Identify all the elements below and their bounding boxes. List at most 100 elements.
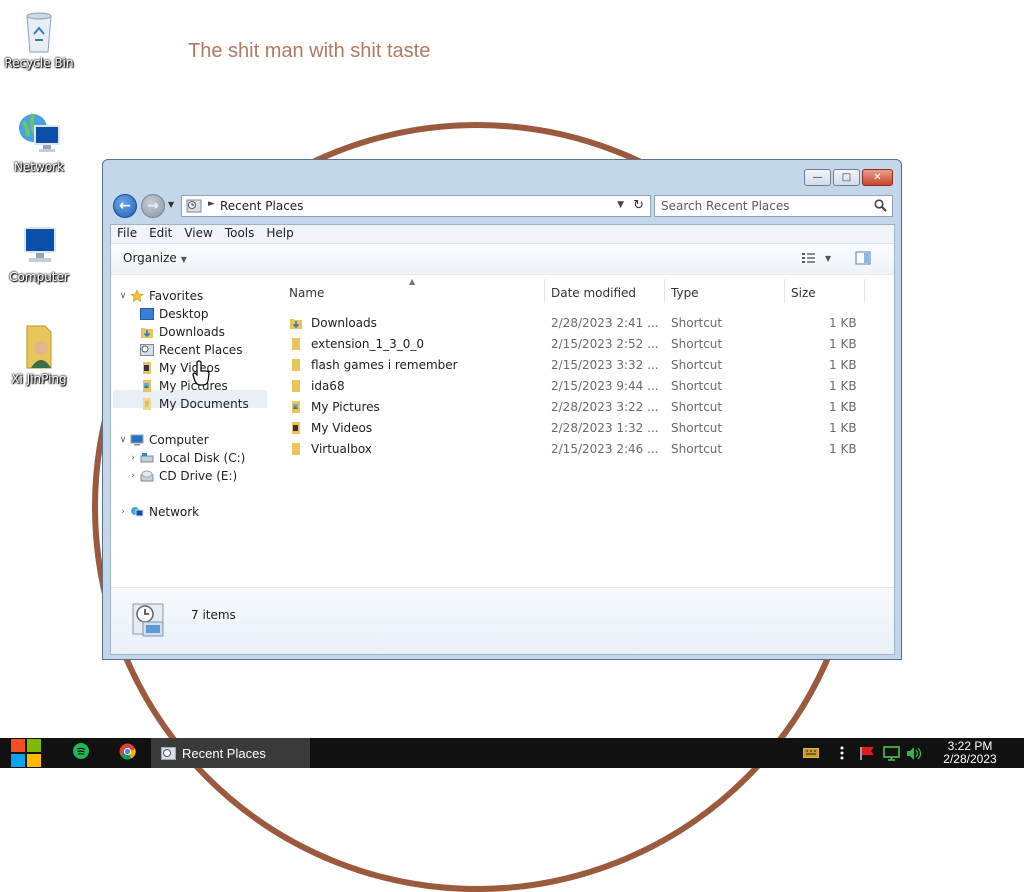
computer-icon: [129, 433, 145, 447]
nav-label: Local Disk (C:): [159, 451, 246, 465]
refresh-icon[interactable]: ↻: [633, 198, 644, 213]
file-size: 1 KB: [829, 337, 857, 351]
chevron-right-icon[interactable]: ›: [127, 471, 139, 481]
nav-item-cd-drive[interactable]: › CD Drive (E:): [127, 467, 237, 485]
start-button[interactable]: [10, 738, 42, 768]
file-size: 1 KB: [829, 400, 857, 414]
desktop-icon-network[interactable]: Network: [0, 112, 79, 174]
minimize-button[interactable]: —: [804, 169, 831, 186]
file-name: ida68: [311, 379, 345, 393]
column-divider[interactable]: [864, 279, 865, 303]
column-divider[interactable]: [784, 279, 785, 303]
file-type: Shortcut: [671, 421, 723, 435]
menu-file[interactable]: File: [111, 225, 143, 243]
menu-help[interactable]: Help: [260, 225, 299, 243]
organize-button[interactable]: Organize ▼: [123, 251, 187, 265]
table-row[interactable]: Virtualbox 2/15/2023 2:46 ... Shortcut 1…: [281, 439, 881, 460]
file-type: Shortcut: [671, 358, 723, 372]
desktop-icon-user-folder[interactable]: Xi JinPing: [0, 320, 79, 386]
column-divider[interactable]: [544, 279, 545, 303]
file-name: flash games i remember: [311, 358, 458, 372]
close-button[interactable]: ✕: [862, 169, 893, 186]
window-controls: — □ ✕: [804, 169, 893, 186]
recent-places-icon: [139, 343, 155, 357]
taskbar-task-label: Recent Places: [182, 745, 266, 761]
nav-favorites[interactable]: ∨ Favorites: [117, 287, 204, 305]
file-date: 2/28/2023 2:41 ...: [551, 316, 659, 330]
folder-icon: [292, 380, 300, 392]
nav-network[interactable]: › Network: [117, 503, 199, 521]
folder-icon: [292, 359, 300, 371]
cd-drive-icon: [139, 469, 155, 483]
column-divider[interactable]: [664, 279, 665, 303]
desktop-icon-recycle-bin[interactable]: Recycle Bin: [0, 8, 79, 70]
table-row[interactable]: My Videos 2/28/2023 1:32 ... Shortcut 1 …: [281, 418, 881, 439]
videos-folder-icon: [292, 422, 300, 434]
nav-item-desktop[interactable]: Desktop: [139, 305, 209, 323]
nav-computer[interactable]: ∨ Computer: [117, 431, 209, 449]
desktop-icon-computer[interactable]: Computer: [0, 224, 79, 284]
file-date: 2/15/2023 9:44 ...: [551, 379, 659, 393]
menu-edit[interactable]: Edit: [143, 225, 178, 243]
command-bar: Organize ▼ ▼: [111, 244, 894, 275]
chevron-right-icon[interactable]: ›: [117, 507, 129, 517]
nav-item-local-disk[interactable]: › Local Disk (C:): [127, 449, 245, 467]
details-view-icon: [802, 253, 815, 263]
table-row[interactable]: flash games i remember 2/15/2023 3:32 ..…: [281, 355, 881, 376]
desktop-icon: [139, 307, 155, 321]
address-path[interactable]: Recent Places: [220, 199, 303, 213]
desktop-icon-label: Xi JinPing: [11, 372, 67, 386]
column-date-modified[interactable]: Date modified: [551, 286, 636, 300]
action-center-flag-icon[interactable]: [859, 746, 876, 761]
column-headers: ▲ Name Date modified Type Size: [281, 277, 894, 311]
chevron-down-icon: ▼: [180, 255, 187, 264]
network-icon: [129, 505, 145, 519]
file-date: 2/28/2023 1:32 ...: [551, 421, 659, 435]
menu-tools[interactable]: Tools: [219, 225, 261, 243]
taskbar-task-recent-places[interactable]: Recent Places: [151, 738, 310, 768]
address-bar[interactable]: ► Recent Places ▼ ↻: [181, 195, 651, 217]
nav-item-my-pictures[interactable]: My Pictures: [139, 377, 228, 395]
volume-icon[interactable]: [906, 746, 922, 761]
file-name: My Videos: [311, 421, 373, 435]
file-size: 1 KB: [829, 442, 857, 456]
table-row[interactable]: Downloads 2/28/2023 2:41 ... Shortcut 1 …: [281, 313, 881, 334]
preview-pane-icon[interactable]: [855, 251, 871, 265]
keyboard-icon[interactable]: [803, 748, 819, 758]
column-name[interactable]: Name: [289, 286, 324, 300]
file-type: Shortcut: [671, 379, 723, 393]
nav-item-my-documents[interactable]: My Documents: [139, 395, 249, 413]
table-row[interactable]: ida68 2/15/2023 9:44 ... Shortcut 1 KB: [281, 376, 881, 397]
forward-button[interactable]: →: [141, 194, 165, 218]
column-type[interactable]: Type: [671, 286, 699, 300]
back-arrow-icon: ←: [119, 198, 131, 214]
chrome-icon[interactable]: [119, 743, 136, 760]
search-input[interactable]: [661, 198, 866, 214]
menu-view[interactable]: View: [178, 225, 218, 243]
taskbar: Recent Places 3:22 PM 2/28/2023: [0, 738, 1024, 768]
navigation-bar: ← → ▼ ► Recent Places ▼ ↻: [111, 192, 893, 220]
change-view-button[interactable]: ▼: [801, 252, 831, 265]
chevron-right-icon[interactable]: ›: [127, 453, 139, 463]
network-status-icon[interactable]: [883, 746, 900, 761]
nav-item-downloads[interactable]: Downloads: [139, 323, 225, 341]
recycle-bin-icon: [26, 12, 52, 53]
chevron-down-icon[interactable]: ∨: [117, 291, 129, 301]
recent-pages-dropdown[interactable]: ▼: [168, 200, 174, 209]
chevron-down-icon[interactable]: ∨: [117, 435, 129, 445]
search-box[interactable]: [654, 195, 893, 217]
maximize-button[interactable]: □: [833, 169, 860, 186]
table-row[interactable]: My Pictures 2/28/2023 3:22 ... Shortcut …: [281, 397, 881, 418]
system-clock[interactable]: 3:22 PM 2/28/2023: [938, 740, 1002, 766]
column-size[interactable]: Size: [791, 286, 816, 300]
back-button[interactable]: ←: [113, 194, 137, 218]
nav-label: Computer: [149, 433, 209, 447]
more-icon[interactable]: [840, 746, 844, 760]
search-icon[interactable]: [874, 199, 887, 212]
table-row[interactable]: extension_1_3_0_0 2/15/2023 2:52 ... Sho…: [281, 334, 881, 355]
address-dropdown-icon[interactable]: ▼: [617, 200, 624, 210]
breadcrumb-separator-icon: ►: [208, 199, 215, 209]
file-size: 1 KB: [829, 379, 857, 393]
spotify-icon[interactable]: [73, 743, 89, 759]
nav-item-recent-places[interactable]: Recent Places: [139, 341, 242, 359]
